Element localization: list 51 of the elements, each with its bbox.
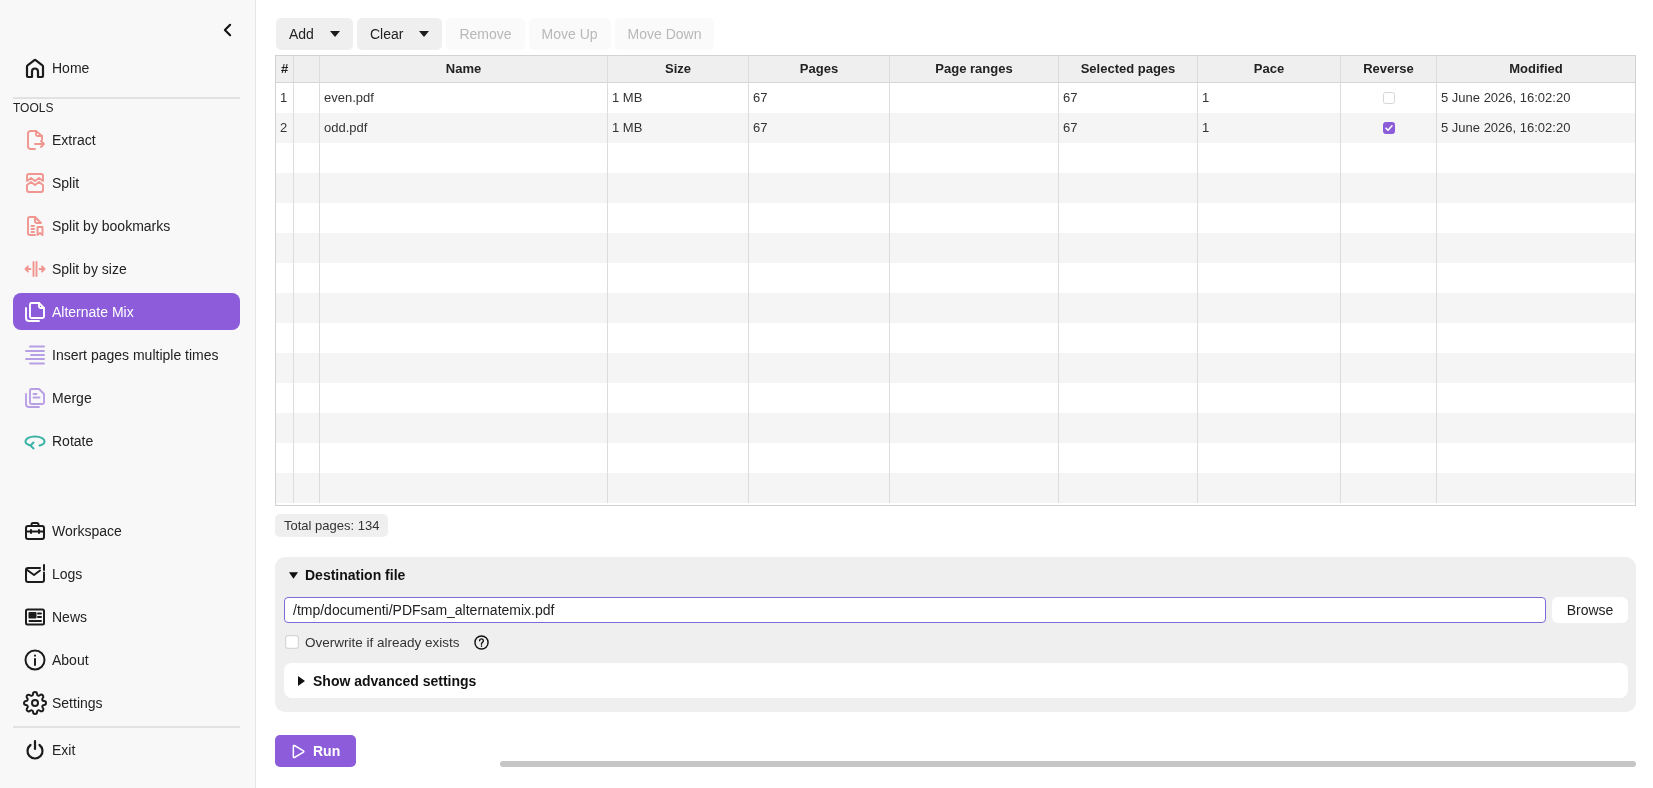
sidebar-item[interactable]: Settings xyxy=(13,684,240,721)
sidebar-item[interactable]: Workspace xyxy=(13,512,240,549)
stacked-document-icon xyxy=(23,385,47,410)
total-pages-label: Total pages: 134 xyxy=(275,514,389,537)
table-cell-text: 5 June 2026, 16:02:20 xyxy=(1440,89,1572,107)
sidebar-item[interactable]: Split by bookmarks xyxy=(13,207,240,244)
column-header[interactable]: Name xyxy=(320,56,608,82)
sidebar-item[interactable]: Insert pages multiple times xyxy=(13,336,240,373)
run-button[interactable]: Run xyxy=(275,735,356,767)
sidebar-item[interactable]: News xyxy=(13,598,240,635)
caret-down-icon xyxy=(329,31,340,37)
sidebar-item[interactable]: About xyxy=(13,641,240,678)
section-heading: TOOLS xyxy=(13,101,55,115)
sidebar-item[interactable]: Logs xyxy=(13,555,240,592)
sidebar-item[interactable]: Split by size xyxy=(13,250,240,287)
table-cell-text: 5 June 2026, 16:02:20 xyxy=(1440,119,1572,137)
column-header[interactable]: Page ranges xyxy=(890,56,1059,82)
path-field[interactable]: /tmp/documenti/PDFsam_alternatemix.pdf xyxy=(284,597,1546,623)
section-toggle[interactable]: Destination file xyxy=(284,563,406,587)
sidebar-item[interactable]: Rotate xyxy=(13,422,240,459)
menu-button[interactable]: Clear xyxy=(356,18,443,50)
chevron-left-icon[interactable] xyxy=(223,23,232,37)
sidebar-item[interactable]: Home xyxy=(13,49,240,86)
sidebar-item[interactable]: Merge xyxy=(13,379,240,416)
checkbox[interactable] xyxy=(1382,122,1395,134)
power-icon xyxy=(23,737,47,762)
column-header[interactable]: Pace xyxy=(1198,56,1341,82)
section-toggle[interactable]: Show advanced settings xyxy=(293,668,477,693)
column-header[interactable]: Pages xyxy=(749,56,890,82)
play-icon xyxy=(291,743,306,759)
menu-button[interactable]: Add xyxy=(276,18,353,50)
envelope-icon xyxy=(23,561,47,586)
column-header[interactable]: Modified xyxy=(1437,56,1635,82)
horizontal-scrollbar[interactable] xyxy=(500,761,1636,767)
column-header[interactable]: # xyxy=(276,56,294,82)
checkbox-label: Overwrite if already exists xyxy=(305,634,460,650)
help-icon[interactable] xyxy=(473,634,489,650)
browse-button[interactable]: Browse xyxy=(1552,597,1628,623)
sidebar-item[interactable]: Exit xyxy=(13,731,240,768)
info-icon xyxy=(23,647,47,672)
caret-down-icon xyxy=(419,31,430,37)
stacked-pages-icon xyxy=(23,299,47,324)
sidebar-item[interactable]: Split xyxy=(13,164,240,201)
column-header[interactable]: Selected pages xyxy=(1059,56,1198,82)
sidebar-item[interactable]: Alternate Mix xyxy=(13,293,240,330)
table-row[interactable]: 2 odd.pdf 1 MB 67 67 1 5 June 2026, 16:02:20 xyxy=(276,113,1635,143)
zigzag-page-icon xyxy=(23,170,47,195)
column-header[interactable]: Reverse xyxy=(1341,56,1437,82)
settings-icon xyxy=(23,690,47,715)
column-header[interactable]: Size xyxy=(608,56,749,82)
sidebar-item[interactable]: Extract xyxy=(13,121,240,158)
